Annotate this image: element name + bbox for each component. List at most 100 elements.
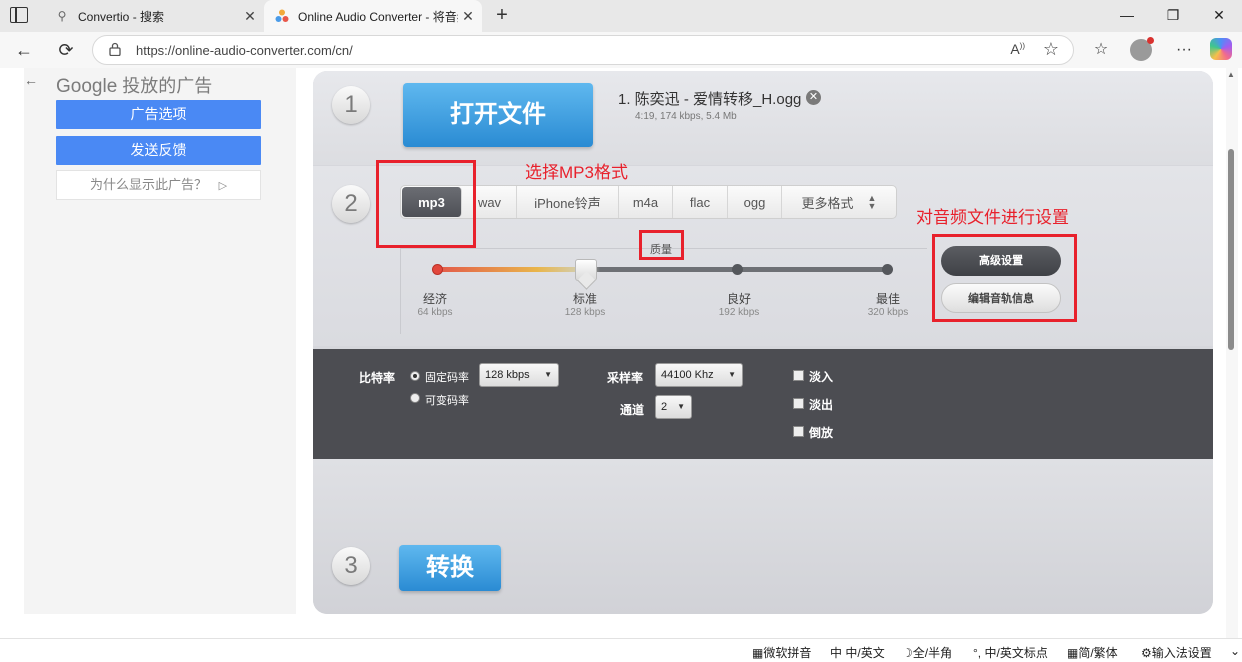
more-formats-dropdown[interactable]: 更多格式 ▲ ▼ [782, 186, 896, 218]
tab-convertio-search[interactable]: ⚲ Convertio - 搜索 ✕ [44, 0, 264, 32]
convert-button[interactable]: 转换 [399, 545, 501, 591]
ad-back-arrow-icon[interactable]: ← [24, 72, 38, 88]
punctuation-icon: °, [973, 646, 982, 660]
favorites-icon[interactable]: ☆ [1089, 38, 1113, 62]
ime-simp-label: 简/繁体 [1078, 646, 1118, 660]
profile-avatar[interactable] [1130, 37, 1154, 61]
why-this-ad-link[interactable]: 为什么显示此广告？ ▷ [56, 170, 261, 200]
channels-select[interactable]: 2 ▼ [655, 395, 692, 419]
ad-header-text: 投放的广告 [122, 76, 213, 96]
fade-in-checkbox[interactable] [793, 370, 804, 381]
quality-stop-best[interactable] [882, 264, 893, 275]
favorite-star-icon[interactable]: ☆ [1043, 39, 1059, 60]
ime-cn-en-label: 中/英文 [845, 646, 885, 660]
format-iphone-ringtone[interactable]: iPhone铃声 [517, 186, 619, 218]
lock-icon [109, 42, 121, 56]
ime-simplified-traditional[interactable]: ▦简/繁体 [1067, 644, 1118, 661]
annotation-format-box [376, 160, 476, 248]
restore-icon[interactable]: ❐ [1150, 0, 1196, 32]
ime-cn-en-toggle[interactable]: 中 中/英文 [830, 644, 885, 661]
channels-value: 2 [661, 401, 668, 413]
quality-stop-economy[interactable] [432, 264, 443, 275]
read-aloud-icon[interactable]: A)) [1010, 41, 1025, 57]
ime-microsoft-pinyin[interactable]: ▦微软拼音 [752, 644, 811, 661]
ime-width-label: 全/半角 [912, 646, 953, 660]
quality-slider-track[interactable] [438, 267, 888, 272]
remove-file-icon[interactable]: ✕ [806, 90, 821, 105]
annotation-select-mp3: 选择MP3格式 [525, 163, 628, 182]
ime-punct-toggle[interactable]: °, 中/英文标点 [973, 644, 1048, 661]
quality-level-kbps: 128 kbps [564, 307, 606, 318]
up-down-arrows-icon: ▲ ▼ [867, 193, 877, 211]
bitrate-constant-label: 固定码率 [425, 372, 469, 384]
new-tab-icon[interactable]: + [490, 4, 514, 27]
bitrate-select[interactable]: 128 kbps ▼ [479, 363, 559, 387]
url-text: https://online-audio-converter.com/cn/ [136, 43, 353, 58]
more-menu-icon[interactable]: ··· [1172, 38, 1196, 62]
open-file-button[interactable]: 打开文件 [403, 83, 593, 147]
fade-in-label: 淡入 [809, 370, 834, 384]
refresh-icon[interactable]: ⟳ [54, 38, 78, 62]
annotation-settings-box [932, 234, 1077, 322]
ime-width-toggle[interactable]: ☽全/半角 [902, 644, 952, 661]
read-aloud-label: A [1010, 41, 1020, 57]
bitrate-variable-label: 可变码率 [425, 395, 469, 407]
converter-panel: 1 打开文件 1. 陈奕迅 - 爱情转移_H.ogg ✕ 4:19, 174 k… [313, 71, 1213, 614]
file-name: 1. 陈奕迅 - 爱情转移_H.ogg [618, 91, 802, 108]
ime-punct-label: 中/英文标点 [984, 646, 1048, 660]
url-field[interactable]: https://online-audio-converter.com/cn/ A… [92, 35, 1074, 65]
tab-title: Convertio - 搜索 [78, 9, 165, 24]
close-window-icon[interactable]: ✕ [1196, 0, 1242, 32]
bitrate-value: 128 kbps [485, 369, 530, 381]
close-tab-icon[interactable]: ✕ [240, 8, 260, 25]
scroll-up-icon[interactable]: ▲ [1227, 70, 1235, 79]
quality-level-kbps: 192 kbps [718, 307, 760, 318]
gear-icon: ⚙ [1141, 646, 1152, 660]
samplerate-select[interactable]: 44100 Khz ▼ [655, 363, 743, 387]
close-tab-icon[interactable]: ✕ [458, 8, 478, 25]
step-number-3: 3 [332, 547, 370, 585]
bitrate-variable-radio[interactable] [410, 393, 420, 403]
back-arrow-icon[interactable]: ← [12, 38, 36, 62]
minimize-icon[interactable]: — [1104, 0, 1150, 32]
samplerate-value: 44100 Khz [661, 369, 714, 381]
ad-choices-icon: ▷ [218, 180, 228, 192]
why-this-ad-text: 为什么显示此广告？ [89, 177, 207, 192]
chevron-down-icon: ▼ [728, 370, 736, 379]
ime-pinyin-label: 微软拼音 [763, 646, 812, 660]
tab-actions-icon[interactable] [10, 7, 28, 23]
chevron-down-icon: ▼ [544, 370, 552, 379]
step-number-2: 2 [332, 185, 370, 223]
ad-header: Google 投放的广告 [56, 72, 212, 98]
format-m4a[interactable]: m4a [619, 186, 673, 218]
quality-stop-good[interactable] [732, 264, 743, 275]
ad-options-button[interactable]: 广告选项 [56, 100, 261, 129]
fade-out-checkbox[interactable] [793, 398, 804, 409]
google-brand: Google [56, 76, 118, 97]
bitrate-constant-radio[interactable] [410, 371, 420, 381]
quality-slider-thumb[interactable] [575, 259, 597, 281]
search-icon: ⚲ [57, 9, 67, 23]
step-number-1: 1 [332, 86, 370, 124]
scrollbar-thumb[interactable] [1228, 149, 1234, 350]
tab-title: Online Audio Converter - 将音频转换为MP3 [298, 9, 458, 24]
bitrate-label: 比特率 [359, 371, 396, 385]
format-flac[interactable]: flac [673, 186, 728, 218]
chevron-down-icon: ▼ [677, 402, 685, 411]
ime-settings[interactable]: ⚙输入法设置 [1141, 644, 1212, 661]
tab-online-audio-converter[interactable]: Online Audio Converter - 将音频转换为MP3 ✕ [264, 0, 482, 32]
simplified-icon: ▦ [1067, 646, 1079, 660]
more-formats-label: 更多格式 [801, 195, 854, 211]
quality-level-label: 最佳 [875, 292, 900, 306]
fade-out-label: 淡出 [809, 398, 834, 412]
ime-settings-label: 输入法设置 [1151, 646, 1212, 660]
reverse-label: 倒放 [809, 426, 834, 440]
copilot-icon[interactable] [1210, 38, 1232, 60]
send-feedback-button[interactable]: 发送反馈 [56, 136, 261, 165]
quality-level-label: 标准 [572, 292, 597, 306]
format-ogg[interactable]: ogg [728, 186, 782, 218]
ime-collapse-icon[interactable]: ⌄ [1230, 644, 1240, 658]
reverse-checkbox[interactable] [793, 426, 804, 437]
window-controls: — ❐ ✕ [1104, 0, 1242, 32]
quality-level-kbps: 320 kbps [867, 307, 909, 318]
